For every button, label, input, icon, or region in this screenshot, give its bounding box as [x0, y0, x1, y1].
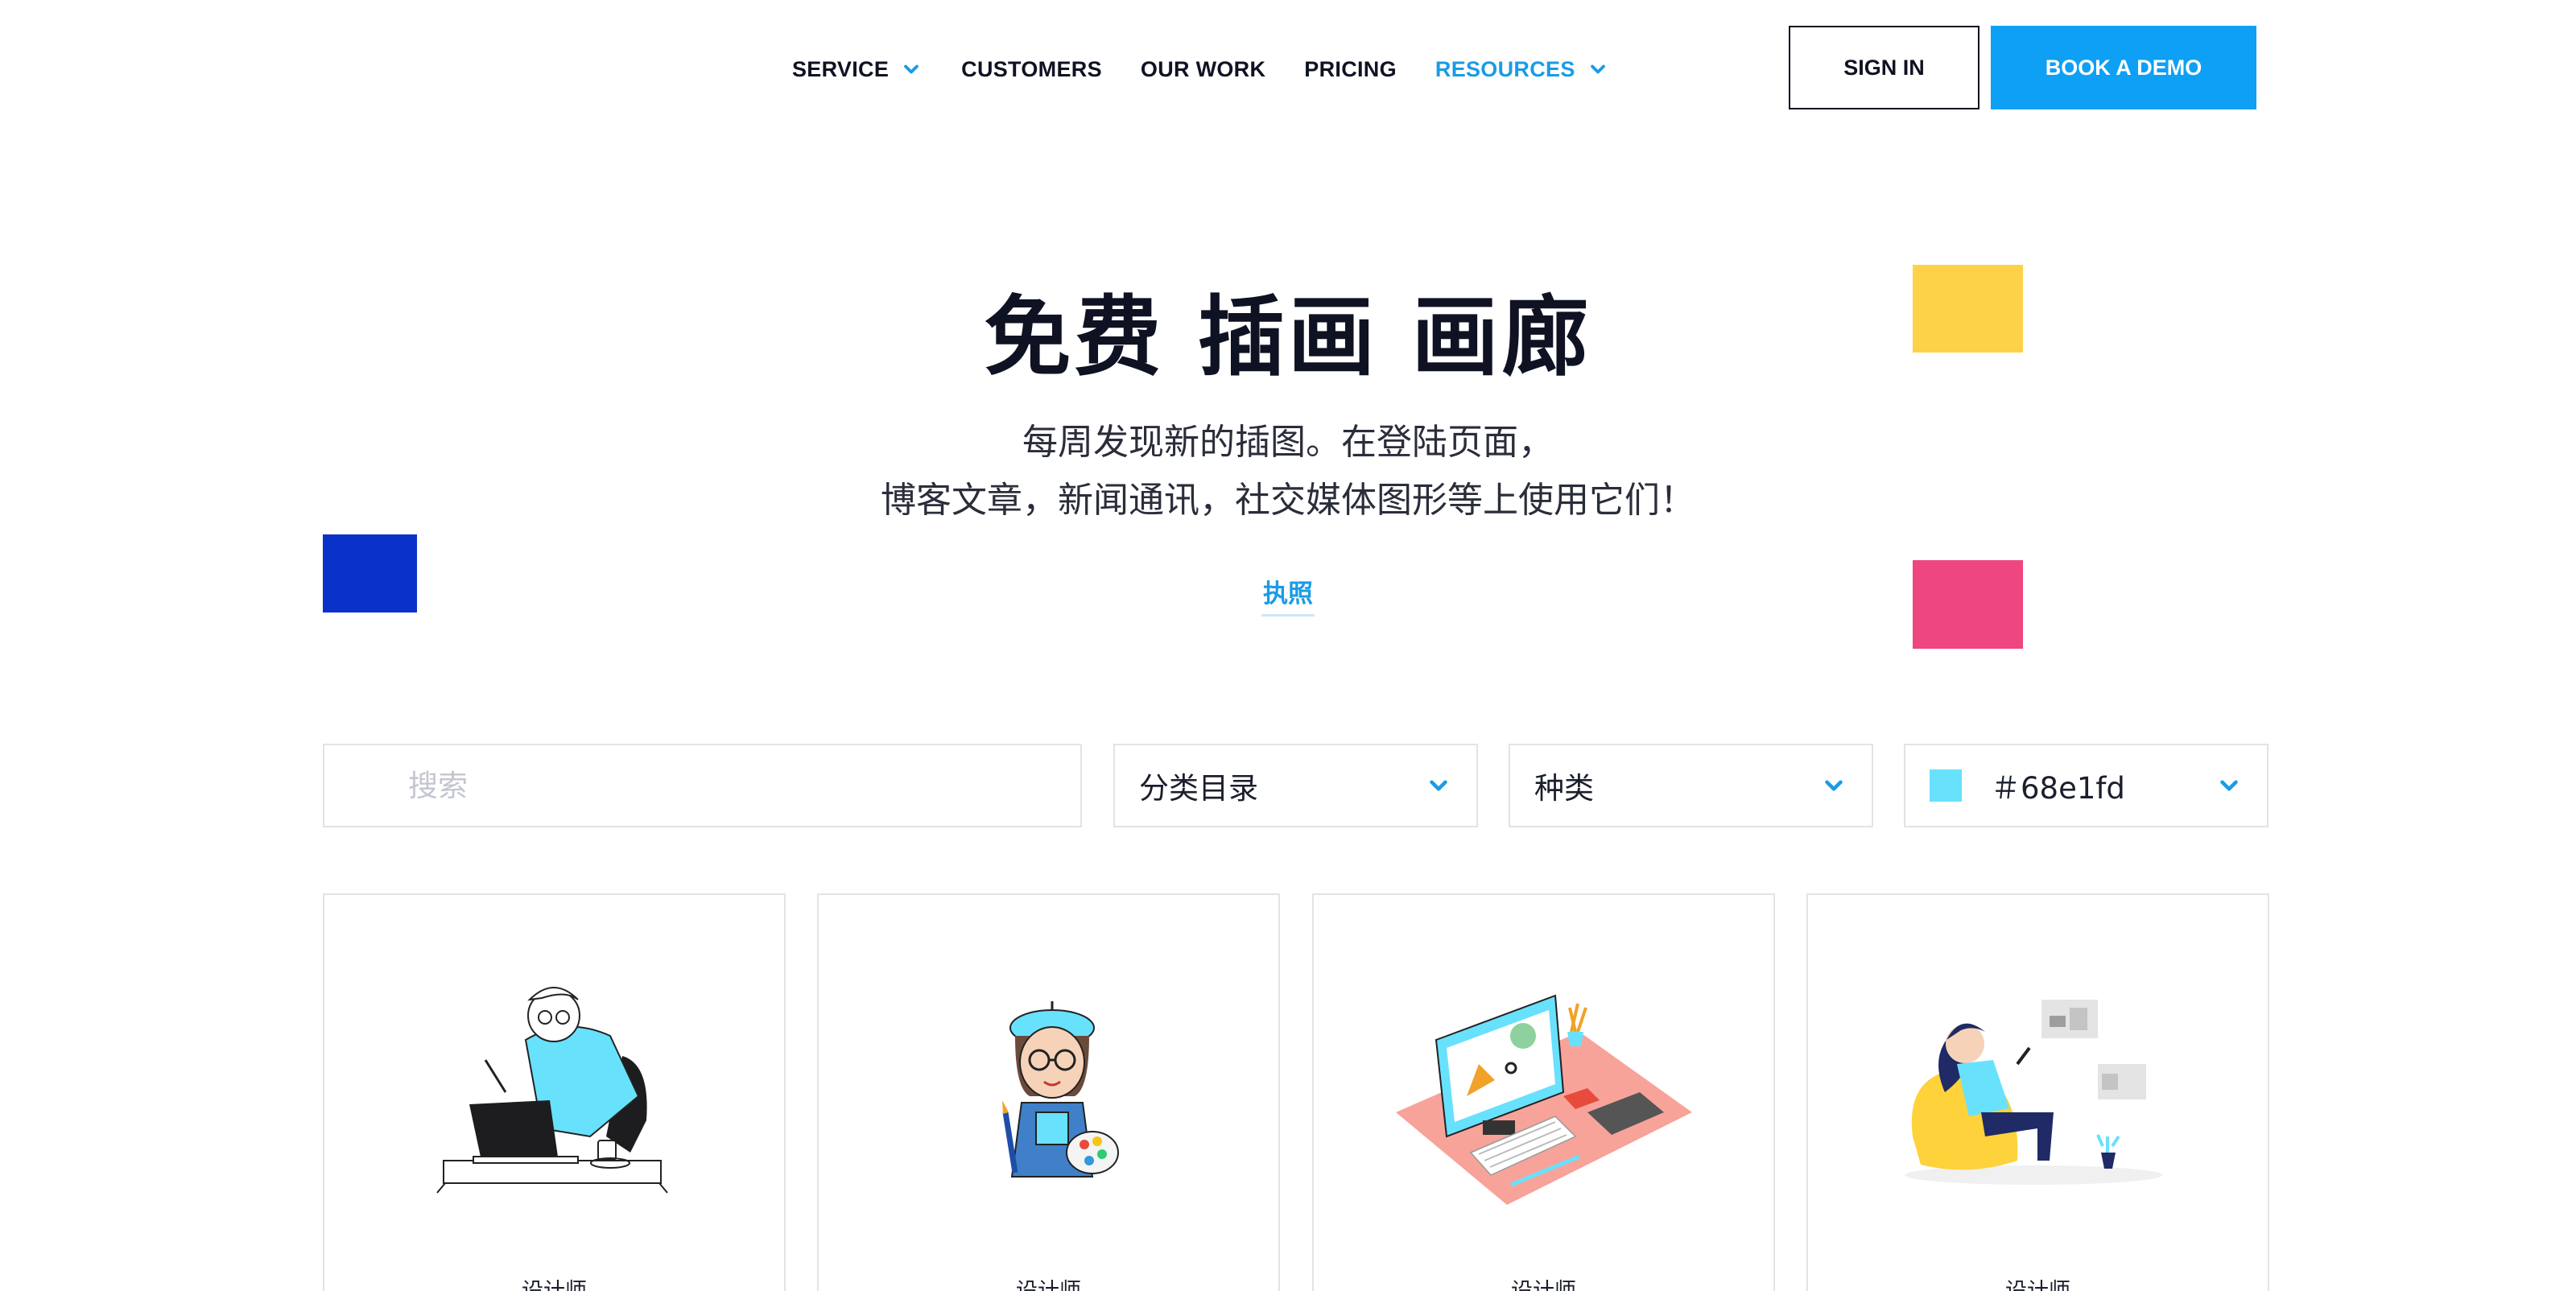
page: SERVICE CUSTOMERS OUR WORK PRICING RESOU… — [0, 0, 2576, 1291]
type-select[interactable]: 种类 — [1509, 744, 1873, 827]
nav-service-label: SERVICE — [792, 56, 890, 81]
search-box — [323, 744, 1082, 827]
chevron-down-icon — [2220, 780, 2238, 791]
chevron-down-icon — [1590, 64, 1605, 74]
main-nav: SERVICE CUSTOMERS OUR WORK PRICING RESOU… — [792, 53, 1648, 85]
type-select-value: 种类 — [1534, 771, 1594, 806]
chevron-down-icon — [904, 64, 919, 74]
card-label: 设计师 — [1314, 1273, 1773, 1291]
hero-subtitle-line1: 每周发现新的插图。在登陆页面， — [1022, 422, 1554, 463]
nav-our-work[interactable]: OUR WORK — [1141, 53, 1265, 85]
color-select-value-wrap: ＃68e1fd — [1930, 764, 2125, 807]
decorative-blue-square — [323, 534, 417, 613]
illustration-card[interactable]: 设计师 — [323, 893, 786, 1291]
nav-pricing[interactable]: PRICING — [1304, 53, 1397, 85]
color-select-value: ＃68e1fd — [1991, 771, 2125, 806]
nav-service[interactable]: SERVICE — [792, 53, 923, 85]
decorative-pink-square — [1913, 560, 2023, 649]
color-select[interactable]: ＃68e1fd — [1904, 744, 2268, 827]
sign-in-button[interactable]: SIGN IN — [1789, 26, 1979, 109]
card-label: 设计师 — [819, 1273, 1278, 1291]
book-demo-button[interactable]: BOOK A DEMO — [1991, 26, 2256, 109]
woman-on-beanbag-illustration — [1905, 1000, 2162, 1185]
illustration-card[interactable]: 设计师 — [1806, 893, 2269, 1291]
license-link[interactable]: 执照 — [1261, 573, 1315, 617]
page-title: 免费 插画 画廊 — [984, 287, 1592, 388]
nav-resources[interactable]: RESOURCES — [1435, 53, 1609, 85]
category-select[interactable]: 分类目录 — [1113, 744, 1478, 827]
designer-at-laptop-illustration — [436, 987, 668, 1194]
illustration-card[interactable]: 设计师 — [1312, 893, 1775, 1291]
decorative-yellow-square — [1913, 265, 2023, 353]
card-label: 设计师 — [1808, 1273, 2268, 1291]
nav-pricing-label: PRICING — [1304, 56, 1397, 81]
hero-subtitle: 每周发现新的插图。在登陆页面， 博客文章，新闻通讯，社交媒体图形等上使用它们！ — [0, 414, 2576, 530]
artist-with-palette-illustration — [1002, 1001, 1119, 1178]
hero-subtitle-line2: 博客文章，新闻通讯，社交媒体图形等上使用它们！ — [881, 480, 1695, 521]
category-select-value: 分类目录 — [1139, 771, 1258, 806]
search-input[interactable] — [324, 745, 1080, 826]
card-label: 设计师 — [324, 1273, 784, 1291]
isometric-desk-illustration — [1396, 994, 1692, 1205]
nav-customers[interactable]: CUSTOMERS — [961, 53, 1102, 85]
illustration-card[interactable]: 设计师 — [817, 893, 1280, 1291]
color-swatch — [1930, 769, 1962, 802]
nav-customers-label: CUSTOMERS — [961, 56, 1102, 81]
chevron-down-icon — [1430, 780, 1447, 791]
chevron-down-icon — [1825, 780, 1843, 791]
nav-our-work-label: OUR WORK — [1140, 56, 1266, 81]
nav-resources-label: RESOURCES — [1435, 56, 1575, 81]
